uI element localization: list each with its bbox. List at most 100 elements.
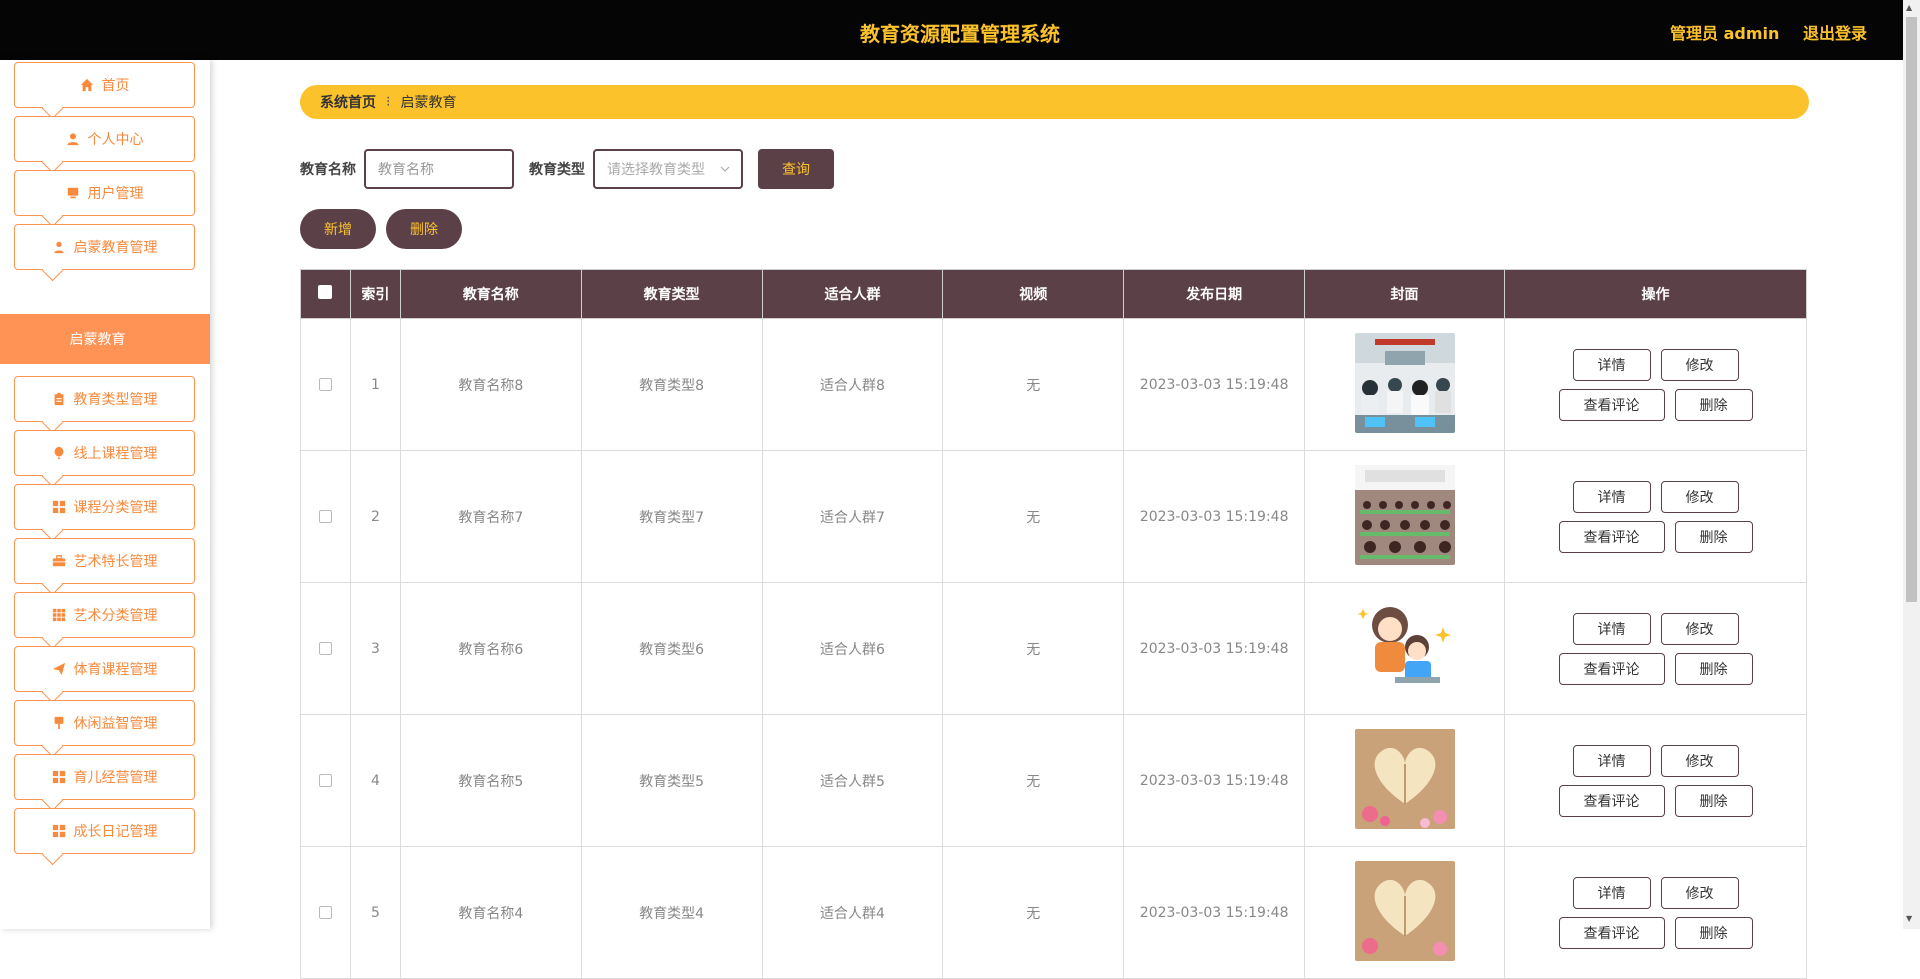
sidebar-item-art-category[interactable]: 艺术分类管理 xyxy=(14,592,195,638)
cell-ops: 详情 修改 查看评论 删除 xyxy=(1504,318,1807,451)
table-row: 3 教育名称6 教育类型6 适合人群6 无 2023-03-03 15:19:4… xyxy=(300,582,1807,715)
cell-crowd: 适合人群6 xyxy=(761,582,944,715)
home-icon xyxy=(80,78,93,92)
logout-link[interactable]: 退出登录 xyxy=(1803,20,1867,44)
row-checkbox[interactable] xyxy=(318,774,332,787)
cell-date: 2023-03-03 15:19:48 xyxy=(1123,450,1306,583)
cell-video: 无 xyxy=(942,582,1125,715)
select-all-cell xyxy=(300,269,351,319)
sidebar-item-label: 首页 xyxy=(101,78,130,94)
row-checkbox[interactable] xyxy=(318,906,332,919)
cell-cover xyxy=(1304,450,1505,583)
sidebar-item-active[interactable]: 启蒙教育 xyxy=(0,314,210,364)
view-comments-button[interactable]: 查看评论 xyxy=(1558,652,1665,685)
delete-button[interactable]: 删除 xyxy=(1674,652,1753,685)
cell-video: 无 xyxy=(942,318,1125,451)
cover-image[interactable] xyxy=(1354,464,1455,565)
delete-button[interactable]: 删除 xyxy=(1674,388,1753,421)
cell-date: 2023-03-03 15:19:48 xyxy=(1123,846,1306,979)
edit-button[interactable]: 修改 xyxy=(1660,876,1739,909)
sidebar-item-growth-diary[interactable]: 成长日记管理 xyxy=(14,808,195,854)
cell-video: 无 xyxy=(942,450,1125,583)
sidebar-item-sports-course[interactable]: 体育课程管理 xyxy=(14,646,195,692)
cell-cover xyxy=(1304,714,1505,847)
cell-date: 2023-03-03 15:19:48 xyxy=(1123,318,1306,451)
cell-ops: 详情 修改 查看评论 删除 xyxy=(1504,714,1807,847)
sidebar-item-enlightenment[interactable]: 启蒙教育管理 xyxy=(14,224,195,270)
sidebar-item-parenting[interactable]: 育儿经营管理 xyxy=(14,754,195,800)
cell-index: 2 xyxy=(349,450,401,583)
detail-button[interactable]: 详情 xyxy=(1572,348,1651,381)
cell-date: 2023-03-03 15:19:48 xyxy=(1123,582,1306,715)
sidebar-item-profile[interactable]: 个人中心 xyxy=(14,116,195,162)
cell-type: 教育类型7 xyxy=(580,450,763,583)
batch-delete-button[interactable]: 删除 xyxy=(386,209,462,249)
type-label: 教育类型 xyxy=(529,162,585,178)
current-user[interactable]: 管理员 admin xyxy=(1670,20,1779,44)
cell-ops: 详情 修改 查看评论 删除 xyxy=(1504,846,1807,979)
sidebar-item-label: 启蒙教育管理 xyxy=(73,240,158,256)
edit-button[interactable]: 修改 xyxy=(1660,480,1739,513)
sidebar-item-leisure[interactable]: 休闲益智管理 xyxy=(14,700,195,746)
cover-image[interactable] xyxy=(1354,860,1455,961)
table-row: 5 教育名称4 教育类型4 适合人群4 无 2023-03-03 15:19:4… xyxy=(300,846,1807,979)
table-row: 2 教育名称7 教育类型7 适合人群7 无 2023-03-03 15:19:4… xyxy=(300,450,1807,583)
query-button[interactable]: 查询 xyxy=(758,149,834,189)
select-all-checkbox[interactable] xyxy=(318,285,333,299)
data-table: 索引 教育名称 教育类型 适合人群 视频 发布日期 封面 操作 1 教育名称8 … xyxy=(300,269,1807,979)
sidebar-item-course-category[interactable]: 课程分类管理 xyxy=(14,484,195,530)
detail-button[interactable]: 详情 xyxy=(1572,744,1651,777)
edit-button[interactable]: 修改 xyxy=(1660,612,1739,645)
view-comments-button[interactable]: 查看评论 xyxy=(1558,520,1665,553)
row-select-cell xyxy=(300,714,351,847)
detail-button[interactable]: 详情 xyxy=(1572,612,1651,645)
detail-button[interactable]: 详情 xyxy=(1572,480,1651,513)
table-row: 1 教育名称8 教育类型8 适合人群8 无 2023-03-03 15:19:4… xyxy=(300,318,1807,451)
scrollbar-thumb[interactable] xyxy=(1906,17,1917,602)
cell-type: 教育类型8 xyxy=(580,318,763,451)
sidebar-item-label: 课程分类管理 xyxy=(73,500,158,516)
send-icon xyxy=(52,662,65,676)
view-comments-button[interactable]: 查看评论 xyxy=(1558,916,1665,949)
cover-image[interactable] xyxy=(1354,728,1455,829)
sidebar-item-edu-type[interactable]: 教育类型管理 xyxy=(14,376,195,422)
view-comments-button[interactable]: 查看评论 xyxy=(1558,388,1665,421)
sidebar-item-label: 艺术分类管理 xyxy=(73,608,158,624)
cell-type: 教育类型4 xyxy=(580,846,763,979)
add-button[interactable]: 新增 xyxy=(300,209,376,249)
row-checkbox[interactable] xyxy=(318,642,332,655)
cell-crowd: 适合人群8 xyxy=(761,318,944,451)
col-ops: 操作 xyxy=(1504,269,1807,319)
col-crowd: 适合人群 xyxy=(761,269,944,319)
detail-button[interactable]: 详情 xyxy=(1572,876,1651,909)
top-header: 教育资源配置管理系统 管理员 admin 退出登录 xyxy=(0,0,1920,60)
sidebar-item-home[interactable]: 首页 xyxy=(14,62,195,108)
edu-name-input[interactable]: 教育名称 xyxy=(364,149,514,189)
edit-button[interactable]: 修改 xyxy=(1660,744,1739,777)
balloon-icon xyxy=(54,446,63,460)
delete-button[interactable]: 删除 xyxy=(1674,916,1753,949)
cover-image[interactable] xyxy=(1354,596,1455,697)
delete-button[interactable]: 删除 xyxy=(1674,784,1753,817)
cell-type: 教育类型6 xyxy=(580,582,763,715)
sidebar-item-online-course[interactable]: 线上课程管理 xyxy=(14,430,195,476)
row-checkbox[interactable] xyxy=(318,510,332,523)
sidebar-item-users[interactable]: 用户管理 xyxy=(14,170,195,216)
select-placeholder: 请选择教育类型 xyxy=(607,162,705,178)
breadcrumb-home[interactable]: 系统首页 xyxy=(320,92,376,112)
scroll-down-icon[interactable]: ▼ xyxy=(1906,914,1912,923)
view-comments-button[interactable]: 查看评论 xyxy=(1558,784,1665,817)
edu-type-select[interactable]: 请选择教育类型 xyxy=(593,149,743,189)
delete-button[interactable]: 删除 xyxy=(1674,520,1753,553)
sidebar-item-art-talent[interactable]: 艺术特长管理 xyxy=(14,538,195,584)
cell-name: 教育名称8 xyxy=(399,318,582,451)
cell-index: 5 xyxy=(349,846,401,979)
app-title: 教育资源配置管理系统 xyxy=(860,22,1060,46)
scroll-up-icon[interactable]: ▲ xyxy=(1906,3,1912,12)
edit-button[interactable]: 修改 xyxy=(1660,348,1739,381)
cell-video: 无 xyxy=(942,714,1125,847)
row-checkbox[interactable] xyxy=(318,378,332,391)
name-label: 教育名称 xyxy=(300,162,356,178)
sidebar-item-label: 成长日记管理 xyxy=(73,824,158,840)
cover-image[interactable] xyxy=(1354,332,1455,433)
